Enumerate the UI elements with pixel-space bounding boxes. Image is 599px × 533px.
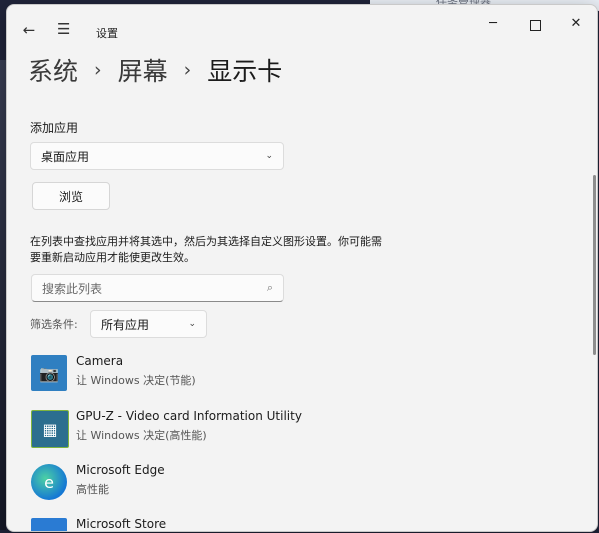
app-type-value: 桌面应用 xyxy=(41,149,90,164)
maximize-button[interactable] xyxy=(521,16,549,36)
app-status: 高性能 xyxy=(76,483,109,496)
app-status: 让 Windows 决定(高性能) xyxy=(76,429,207,442)
window-title: 设置 xyxy=(96,27,118,40)
scrollbar[interactable] xyxy=(593,175,596,355)
minimize-button[interactable]: ─ xyxy=(479,16,507,36)
chevron-right-icon: › xyxy=(94,59,102,81)
maximize-icon xyxy=(529,20,541,31)
app-name: Microsoft Store xyxy=(76,517,167,531)
chevron-right-icon: › xyxy=(183,59,192,81)
breadcrumb-system[interactable]: 系统 xyxy=(28,52,78,88)
breadcrumb: 系统 › 屏幕 › 显示卡 xyxy=(28,52,282,88)
filter-label: 筛选条件: xyxy=(30,318,78,331)
filter-dropdown[interactable]: 所有应用 ⌄ xyxy=(90,310,207,338)
list-item[interactable]: ▣ Microsoft Store xyxy=(31,517,571,531)
list-item[interactable]: 📷 Camera 让 Windows 决定(节能) xyxy=(31,354,571,394)
search-icon: ⌕ xyxy=(266,281,273,294)
chevron-down-icon: ⌄ xyxy=(265,151,273,161)
list-item[interactable]: e Microsoft Edge 高性能 xyxy=(31,463,571,503)
breadcrumb-display[interactable]: 屏幕 xyxy=(118,52,168,88)
search-input[interactable]: 搜索此列表 ⌕ xyxy=(31,274,284,302)
description-line: 在列表中查找应用并将其选中，然后为其选择自定义图形设置。你可能需 xyxy=(30,235,382,248)
title-bar: ← ☰ 设置 ─ ✕ xyxy=(7,5,597,45)
gpu-z-icon: ▦ xyxy=(31,410,69,448)
description-text: 在列表中查找应用并将其选中，然后为其选择自定义图形设置。你可能需 要重新启动应用… xyxy=(30,234,450,266)
filter-value: 所有应用 xyxy=(101,317,150,332)
chevron-down-icon: ⌄ xyxy=(188,319,196,329)
camera-icon: 📷 xyxy=(31,355,67,391)
close-button[interactable]: ✕ xyxy=(562,16,590,36)
store-icon: ▣ xyxy=(31,518,67,531)
browse-button[interactable]: 浏览 xyxy=(32,182,110,210)
edge-icon: e xyxy=(31,464,67,500)
search-placeholder: 搜索此列表 xyxy=(42,281,103,296)
app-name: Camera xyxy=(76,354,124,368)
app-status: 让 Windows 决定(节能) xyxy=(76,374,196,387)
add-app-label: 添加应用 xyxy=(30,121,79,135)
menu-icon[interactable]: ☰ xyxy=(57,20,70,38)
app-name: GPU-Z - Video card Information Utility xyxy=(76,409,302,423)
app-name: Microsoft Edge xyxy=(76,463,165,477)
page-title: 显示卡 xyxy=(207,57,283,86)
list-item[interactable]: ▦ GPU-Z - Video card Information Utility… xyxy=(31,409,571,449)
app-type-dropdown[interactable]: 桌面应用 ⌄ xyxy=(30,142,284,170)
description-line: 要重新启动应用才能使更改生效。 xyxy=(30,251,195,264)
settings-window: ← ☰ 设置 ─ ✕ 系统 › 屏幕 › 显示卡 添加应用 桌面应用 ⌄ 浏览 … xyxy=(6,4,598,532)
back-icon[interactable]: ← xyxy=(21,21,37,39)
